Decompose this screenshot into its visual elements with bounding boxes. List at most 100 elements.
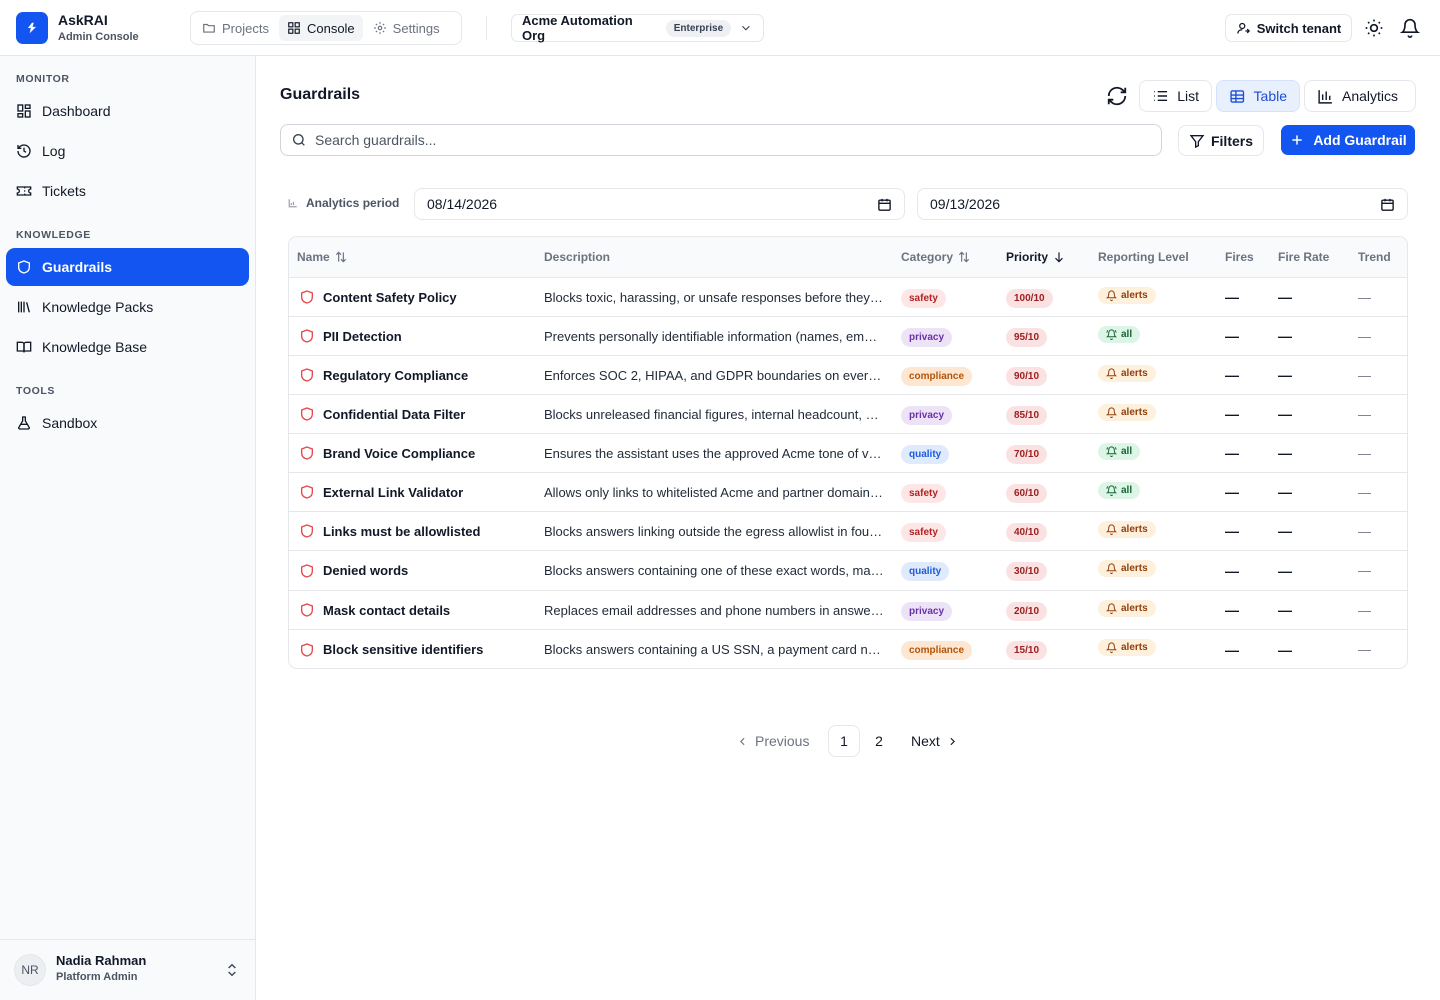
table-row[interactable]: External Link Validator Allows only links… xyxy=(289,473,1407,512)
calendar-icon xyxy=(1381,198,1394,211)
category-badge: privacy xyxy=(901,327,953,347)
sidebar-item-tickets[interactable]: Tickets xyxy=(6,172,249,210)
reporting-badge: alerts xyxy=(1098,286,1156,304)
reporting-badge: alerts xyxy=(1098,599,1156,617)
table-row[interactable]: Confidential Data Filter Blocks unrelease… xyxy=(289,395,1407,434)
column-header-name[interactable]: Name xyxy=(297,250,348,264)
sort-icon xyxy=(335,251,346,263)
chevron-right-icon xyxy=(950,737,955,745)
category-badge: safety xyxy=(901,483,946,503)
bell-icon xyxy=(1106,289,1117,301)
table-row[interactable]: Regulatory Compliance Enforces SOC 2, HIP… xyxy=(289,356,1407,395)
sidebar-item-dashboard[interactable]: Dashboard xyxy=(6,92,249,130)
sidebar-item-knowledge-packs[interactable]: Knowledge Packs xyxy=(6,288,249,326)
date-from-input[interactable]: 08/14/2026 xyxy=(414,188,905,220)
app-logo[interactable] xyxy=(16,12,48,44)
row-fire-rate-cell: — xyxy=(1278,523,1292,539)
bar-chart-icon xyxy=(1318,89,1332,104)
column-header-priority[interactable]: Priority xyxy=(1006,250,1066,264)
row-trend-cell: — xyxy=(1358,602,1371,618)
theme-toggle[interactable] xyxy=(1364,18,1384,38)
row-fires-cell: — xyxy=(1225,406,1239,422)
reporting-badge: alerts xyxy=(1098,639,1156,656)
row-fires-cell: — xyxy=(1225,328,1239,344)
section-title-monitor: MONITOR xyxy=(16,73,70,85)
previous-page-button[interactable]: Previous xyxy=(736,725,809,757)
page-2-button[interactable]: 2 xyxy=(863,725,895,757)
row-trend-cell: — xyxy=(1358,523,1371,539)
switch-tenant-button[interactable]: Switch tenant xyxy=(1225,14,1352,42)
filters-button[interactable]: Filters xyxy=(1178,125,1264,156)
priority-badge: 95/10 xyxy=(1006,327,1048,347)
refresh-button[interactable] xyxy=(1106,85,1128,107)
row-priority-cell: 100/10 xyxy=(1006,278,1086,316)
table-row[interactable]: Denied words Blocks answers containing on… xyxy=(289,551,1407,591)
view-table-button[interactable]: Table xyxy=(1216,80,1300,112)
shield-icon xyxy=(18,260,30,274)
view-label: Table xyxy=(1253,88,1287,104)
reporting-label: alerts xyxy=(1121,523,1148,535)
period-label-text: Analytics period xyxy=(306,196,400,210)
row-fires-cell: — xyxy=(1225,602,1239,618)
row-priority-cell: 60/10 xyxy=(1006,473,1086,511)
view-list-button[interactable]: List xyxy=(1139,80,1212,112)
search-icon xyxy=(293,134,305,146)
reporting-label: alerts xyxy=(1121,406,1148,418)
row-trend-cell: — xyxy=(1358,367,1371,383)
bell-icon xyxy=(1106,642,1117,653)
row-name-cell: Brand Voice Compliance xyxy=(299,434,539,472)
row-trend-cell: — xyxy=(1358,642,1371,657)
sidebar-item-log[interactable]: Log xyxy=(6,132,249,170)
row-reporting-cell: all xyxy=(1098,434,1198,472)
row-fire-rate-cell: — xyxy=(1278,445,1292,461)
column-header-category[interactable]: Category xyxy=(901,250,971,264)
filter-icon xyxy=(1189,134,1205,148)
org-name: Acme Automation Org xyxy=(522,13,633,43)
tab-settings[interactable]: Settings xyxy=(365,15,448,41)
add-guardrail-button[interactable]: Add Guardrail xyxy=(1281,125,1415,155)
row-fire-rate-cell: — xyxy=(1278,289,1292,305)
next-page-button[interactable]: Next xyxy=(911,725,959,757)
row-priority-cell: 15/10 xyxy=(1006,630,1086,668)
priority-badge: 40/10 xyxy=(1006,522,1048,542)
table-row[interactable]: Content Safety Policy Blocks toxic, haras… xyxy=(289,278,1407,317)
search-input[interactable] xyxy=(315,132,1135,148)
guardrails-table: Name Description Category Priority Repor… xyxy=(288,236,1408,669)
arrow-down-icon xyxy=(1055,252,1063,263)
view-analytics-button[interactable]: Analytics xyxy=(1304,80,1416,112)
column-header-label: Description xyxy=(544,250,611,264)
sidebar-item-sandbox[interactable]: Sandbox xyxy=(6,404,249,442)
category-badge: safety xyxy=(901,522,946,542)
row-category-cell: safety xyxy=(901,278,991,316)
search-field[interactable] xyxy=(280,124,1162,156)
row-fire-rate-cell: — xyxy=(1278,406,1292,422)
user-name: Nadia Rahman xyxy=(56,953,147,968)
org-selector[interactable]: Acme Automation Org Enterprise xyxy=(511,13,764,43)
row-name-cell: Regulatory Compliance xyxy=(299,356,539,394)
bell-icon xyxy=(1106,602,1117,614)
plus-icon xyxy=(1292,135,1302,145)
tab-projects[interactable]: Projects xyxy=(194,15,277,41)
row-priority-cell: 95/10 xyxy=(1006,317,1086,355)
column-header-trend: Trend xyxy=(1358,250,1391,264)
sidebar-item-guardrails[interactable]: Guardrails xyxy=(6,248,249,286)
reporting-label: all xyxy=(1121,484,1133,496)
table-row[interactable]: Block sensitive identifiers Blocks answer… xyxy=(289,630,1407,668)
row-reporting-cell: alerts xyxy=(1098,356,1198,394)
table-row[interactable]: Mask contact details Replaces email addre… xyxy=(289,591,1407,630)
logo-icon xyxy=(27,22,37,34)
notifications-button[interactable] xyxy=(1400,18,1420,38)
reporting-badge: alerts xyxy=(1098,560,1156,577)
column-header-label: Fire Rate xyxy=(1278,250,1330,264)
bell-ring-icon xyxy=(1106,484,1117,496)
table-row[interactable]: Brand Voice Compliance Ensures the assist… xyxy=(289,434,1407,473)
table-row[interactable]: Links must be allowlisted Blocks answers … xyxy=(289,512,1407,551)
shield-icon xyxy=(301,329,313,343)
user-menu[interactable]: NR Nadia Rahman Platform Admin xyxy=(0,939,256,1000)
sidebar-item-knowledge-base[interactable]: Knowledge Base xyxy=(6,328,249,366)
bell-icon xyxy=(1106,523,1117,535)
tab-console[interactable]: Console xyxy=(278,15,363,41)
table-row[interactable]: PII Detection Prevents personally identif… xyxy=(289,317,1407,356)
date-to-input[interactable]: 09/13/2026 xyxy=(917,188,1408,220)
page-1-button[interactable]: 1 xyxy=(828,725,860,757)
